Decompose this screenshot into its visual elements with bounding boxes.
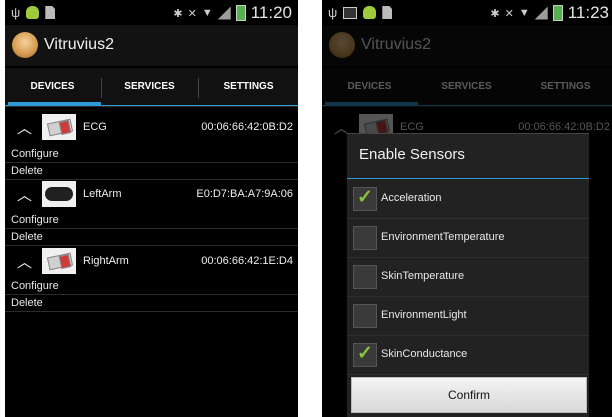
action-bar: Vitruvius2 bbox=[5, 25, 298, 66]
clock: 11:23 bbox=[567, 3, 609, 22]
status-bar: ψ ✱ ✕ ▼ 11:20 bbox=[5, 0, 298, 25]
checkbox-unchecked[interactable] bbox=[353, 265, 377, 289]
usb-icon: ψ bbox=[328, 5, 338, 20]
usb-icon: ψ bbox=[11, 5, 21, 20]
sensor-option-skin-temperature[interactable]: SkinTemperature bbox=[347, 258, 589, 297]
device-mac: 00:06:66:42:1E:D4 bbox=[201, 255, 293, 267]
configure-link[interactable]: Configure bbox=[5, 278, 298, 295]
status-bar: ψ ✱ ✕ ▼ 11:23 bbox=[322, 0, 612, 25]
battery-icon bbox=[552, 5, 563, 21]
collapse-icon[interactable]: ︿ bbox=[17, 184, 32, 205]
clock: 11:20 bbox=[250, 3, 292, 22]
sensor-label: EnvironmentTemperature bbox=[381, 231, 505, 243]
device-mac: 00:06:66:42:0B:D2 bbox=[201, 121, 293, 133]
sensor-option-environment-light[interactable]: EnvironmentLight bbox=[347, 297, 589, 336]
tab-settings[interactable]: SETTINGS bbox=[199, 68, 298, 106]
checkbox-unchecked[interactable] bbox=[353, 226, 377, 250]
tab-indicator bbox=[325, 102, 418, 106]
app-icon bbox=[329, 32, 355, 58]
sensor-label: Acceleration bbox=[381, 192, 442, 204]
configure-link[interactable]: Configure bbox=[5, 212, 298, 229]
checkbox-checked[interactable]: ✓ bbox=[353, 187, 377, 211]
app-icon[interactable] bbox=[12, 32, 38, 58]
sensor-option-acceleration[interactable]: ✓ Acceleration bbox=[347, 180, 589, 219]
mute-icon: ✕ bbox=[187, 7, 197, 20]
tab-devices: DEVICES bbox=[347, 81, 392, 92]
sensor-label: SkinConductance bbox=[381, 348, 468, 360]
sensor-option-environment-temperature[interactable]: EnvironmentTemperature bbox=[347, 219, 589, 258]
device-image bbox=[42, 248, 76, 274]
sensor-label: SkinTemperature bbox=[381, 270, 465, 282]
app-title: Vitruvius2 bbox=[361, 36, 431, 53]
bluetooth-icon: ✱ bbox=[490, 7, 500, 20]
action-bar: Vitruvius2 bbox=[322, 25, 612, 66]
device-name: LeftArm bbox=[83, 188, 122, 200]
tab-bar: DEVICES SERVICES SETTINGS bbox=[5, 68, 298, 107]
tab-devices[interactable]: DEVICES bbox=[5, 68, 100, 106]
dialog-divider bbox=[347, 178, 589, 179]
app-title: Vitruvius2 bbox=[44, 36, 114, 53]
phone-screen-enable-sensors: ψ ✱ ✕ ▼ 11:23 Vitruvius2 DEVICES SERVICE… bbox=[322, 0, 612, 417]
dialog-title: Enable Sensors bbox=[359, 146, 465, 163]
device-name: ECG bbox=[83, 121, 107, 133]
device-row-leftarm[interactable]: ︿ LeftArm E0:D7:BA:A7:9A:06 bbox=[5, 178, 298, 212]
sim-icon bbox=[45, 6, 56, 19]
wifi-icon: ▼ bbox=[201, 7, 213, 19]
device-mac: 00:06:66:42:0B:D2 bbox=[518, 121, 610, 133]
tab-services[interactable]: SERVICES bbox=[102, 68, 197, 106]
enable-sensors-dialog: Enable Sensors ✓ Acceleration Environmen… bbox=[347, 133, 589, 417]
sensor-label: EnvironmentLight bbox=[381, 309, 467, 321]
device-mac: E0:D7:BA:A7:9A:06 bbox=[196, 188, 293, 200]
signal-icon bbox=[217, 6, 231, 20]
device-row-rightarm[interactable]: ︿ RightArm 00:06:66:42:1E:D4 bbox=[5, 245, 298, 279]
phone-screen-devices: ψ ✱ ✕ ▼ 11:20 Vitruvius2 DEVICES SERVICE… bbox=[5, 0, 298, 417]
device-image bbox=[42, 181, 76, 207]
tab-bar: DEVICES SERVICES SETTINGS bbox=[322, 68, 612, 107]
sim-icon bbox=[382, 6, 393, 19]
bluetooth-icon: ✱ bbox=[173, 7, 183, 20]
tab-settings: SETTINGS bbox=[540, 81, 591, 92]
signal-icon bbox=[534, 6, 548, 20]
battery-icon bbox=[235, 5, 246, 21]
collapse-icon[interactable]: ︿ bbox=[17, 251, 32, 272]
sensor-option-skin-conductance[interactable]: ✓ SkinConductance bbox=[347, 336, 589, 375]
wifi-icon: ▼ bbox=[518, 7, 530, 19]
device-name: RightArm bbox=[83, 255, 129, 267]
android-icon bbox=[26, 6, 40, 19]
configure-link[interactable]: Configure bbox=[5, 146, 298, 163]
checkbox-checked[interactable]: ✓ bbox=[353, 343, 377, 367]
device-name: ECG bbox=[400, 121, 424, 133]
checkbox-unchecked[interactable] bbox=[353, 304, 377, 328]
tab-services: SERVICES bbox=[441, 81, 492, 92]
image-icon bbox=[343, 6, 358, 19]
mute-icon: ✕ bbox=[504, 7, 514, 20]
tab-indicator bbox=[8, 102, 101, 106]
device-image bbox=[42, 114, 76, 140]
check-icon: ✓ bbox=[357, 343, 373, 364]
android-icon bbox=[363, 6, 377, 19]
check-icon: ✓ bbox=[357, 187, 373, 208]
collapse-icon[interactable]: ︿ bbox=[17, 117, 32, 138]
confirm-button[interactable]: Confirm bbox=[351, 377, 587, 413]
delete-link[interactable]: Delete bbox=[5, 229, 298, 246]
device-row-ecg[interactable]: ︿ ECG 00:06:66:42:0B:D2 bbox=[5, 111, 298, 145]
delete-link[interactable]: Delete bbox=[5, 295, 298, 312]
